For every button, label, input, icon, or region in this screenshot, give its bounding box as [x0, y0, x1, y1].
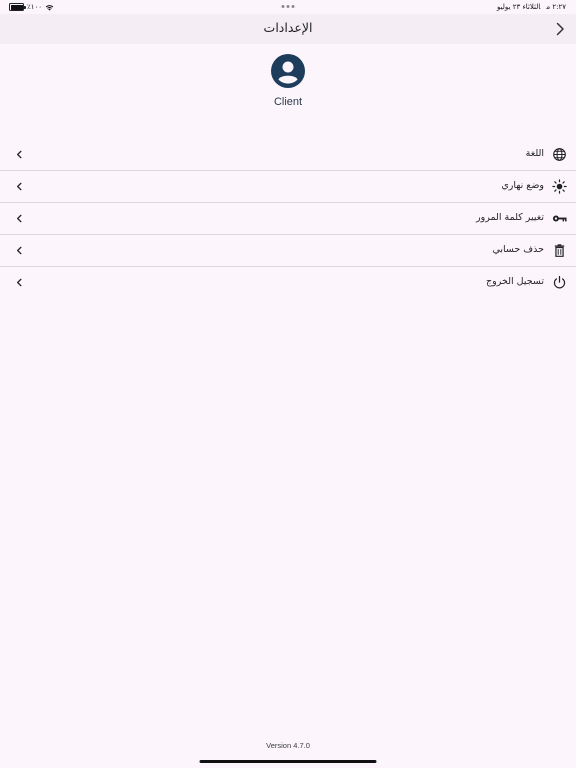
globe-icon [553, 148, 566, 161]
page-title: الإعدادات [263, 20, 313, 35]
settings-item-label: تغيير كلمة المرور [476, 212, 544, 223]
wifi-icon [45, 4, 54, 11]
status-datetime: ٢:٢٧ م الثلاثاء ٢٣ يوليو [497, 3, 566, 11]
chevron-left-icon [17, 150, 22, 159]
avatar [271, 54, 305, 88]
settings-item-label: وضع نهاري [501, 180, 544, 191]
user-icon [271, 54, 305, 88]
battery-percentage: ٪١٠٠ [27, 3, 43, 11]
settings-item-label: اللغة [525, 148, 544, 159]
settings-item-language[interactable]: اللغة [0, 139, 576, 171]
power-icon [553, 275, 566, 289]
status-bar: ٢:٢٧ م الثلاثاء ٢٣ يوليو ٪١٠٠ [0, 0, 576, 14]
settings-item-light-mode[interactable]: وضع نهاري [0, 171, 576, 203]
profile-section: Client [0, 54, 576, 108]
user-name: Client [273, 96, 303, 108]
settings-item-label: حذف حسابي [492, 244, 544, 255]
app-version: Version 4.7.0 [266, 741, 310, 750]
status-time: ٢:٢٧ م [546, 3, 566, 11]
settings-item-label: تسجيل الخروج [486, 276, 544, 287]
chevron-left-icon [17, 214, 22, 223]
chevron-left-icon [17, 182, 22, 191]
settings-item-change-password[interactable]: تغيير كلمة المرور [0, 203, 576, 235]
settings-list: اللغة وضع نهاري تغيير كلمة المرور حذف حس… [0, 139, 576, 298]
key-icon [552, 215, 567, 222]
chevron-left-icon [17, 246, 22, 255]
settings-item-delete-account[interactable]: حذف حسابي [0, 235, 576, 267]
settings-item-logout[interactable]: تسجيل الخروج [0, 267, 576, 298]
trash-icon [554, 244, 565, 257]
chevron-right-icon [556, 22, 564, 36]
multitasking-dots[interactable] [281, 5, 295, 8]
home-indicator[interactable] [199, 760, 377, 763]
sun-icon [552, 179, 567, 194]
chevron-left-icon [17, 278, 22, 287]
back-button[interactable] [552, 21, 568, 37]
status-date: الثلاثاء ٢٣ يوليو [497, 3, 541, 11]
status-indicators: ٪١٠٠ [9, 3, 54, 11]
battery-icon [9, 3, 26, 11]
app-header: الإعدادات [0, 14, 576, 44]
